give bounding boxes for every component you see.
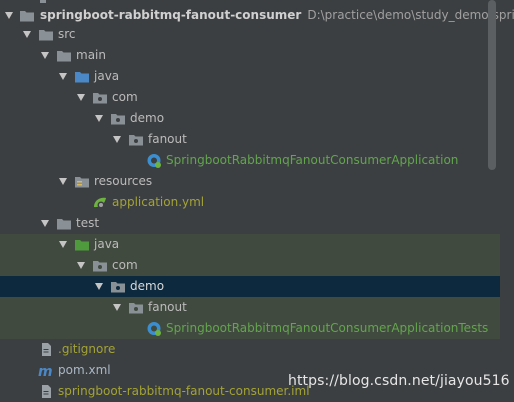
package-label: fanout — [148, 132, 187, 146]
spring-yml-icon — [94, 197, 106, 209]
package-label: demo — [130, 279, 165, 293]
project-name: springboot-rabbitmq-fanout-consumer D:\pr… — [40, 5, 514, 26]
file-label: application.yml — [112, 195, 205, 209]
text-file-icon — [42, 385, 51, 398]
tree-row-gitignore[interactable]: .gitignore — [0, 339, 500, 360]
chevron-down-icon[interactable] — [5, 12, 13, 19]
tree-row-app-yml[interactable]: application.yml — [0, 192, 500, 213]
file-label: .gitignore — [58, 342, 116, 356]
text-file-icon — [42, 343, 51, 356]
folder-label: main — [76, 48, 106, 62]
chevron-down-icon[interactable] — [23, 31, 31, 38]
package-icon — [129, 303, 143, 314]
tree-row-src[interactable]: src — [0, 24, 500, 45]
spring-boot-class-icon — [147, 322, 161, 336]
file-label: springboot-rabbitmq-fanout-consumer.iml — [58, 384, 310, 398]
package-label: com — [112, 258, 138, 272]
chevron-down-icon[interactable] — [95, 283, 103, 290]
folder-label: resources — [94, 174, 153, 188]
chevron-down-icon[interactable] — [95, 115, 103, 122]
chevron-down-icon[interactable] — [77, 262, 85, 269]
maven-icon: m — [38, 364, 53, 378]
file-label: SpringbootRabbitmqFanoutConsumerApplicat… — [166, 321, 489, 335]
tree-row-com-test[interactable]: com — [0, 255, 500, 276]
chevron-down-icon[interactable] — [59, 73, 67, 80]
chevron-down-icon[interactable] — [59, 241, 67, 248]
tree-row-test[interactable]: test — [0, 213, 500, 234]
package-icon — [129, 135, 143, 146]
folder-icon — [39, 30, 53, 41]
chevron-down-icon[interactable] — [113, 136, 121, 143]
tree-row-fanout-main[interactable]: fanout — [0, 129, 500, 150]
svg-text:m: m — [38, 364, 53, 378]
tree-row-com-main[interactable]: com — [0, 87, 500, 108]
top-divider — [0, 0, 514, 3]
tree-row-fanout-test[interactable]: fanout — [0, 297, 500, 318]
watermark: https://blog.csdn.net/jiayou516 — [288, 373, 510, 389]
tree-row-test-class[interactable]: SpringbootRabbitmqFanoutConsumerApplicat… — [0, 318, 500, 339]
scroll-indicator — [40, 0, 46, 3]
test-root-icon — [75, 240, 89, 251]
tree-row-app-class[interactable]: SpringbootRabbitmqFanoutConsumerApplicat… — [0, 150, 500, 171]
package-icon — [93, 93, 107, 104]
tree-row-demo-main[interactable]: demo — [0, 108, 500, 129]
package-icon — [93, 261, 107, 272]
spring-boot-class-icon — [147, 154, 161, 168]
folder-label: java — [94, 69, 120, 83]
folder-label: test — [76, 216, 100, 230]
file-label: pom.xml — [58, 363, 111, 377]
package-label: demo — [130, 111, 165, 125]
folder-icon — [20, 11, 34, 22]
chevron-down-icon[interactable] — [77, 94, 85, 101]
chevron-down-icon[interactable] — [41, 220, 49, 227]
tree-row-java-test[interactable]: java — [0, 234, 500, 255]
folder-label: java — [94, 237, 120, 251]
tree-row-java-main[interactable]: java — [0, 66, 500, 87]
folder-icon — [57, 51, 71, 62]
vertical-scrollbar[interactable] — [488, 0, 496, 170]
folder-label: src — [58, 27, 76, 41]
package-label: fanout — [148, 300, 187, 314]
file-label: SpringbootRabbitmqFanoutConsumerApplicat… — [166, 153, 459, 167]
project-tree: springboot-rabbitmq-fanout-consumer D:\pr… — [0, 0, 514, 402]
chevron-down-icon[interactable] — [41, 52, 49, 59]
package-icon — [111, 282, 125, 293]
package-label: com — [112, 90, 138, 104]
chevron-down-icon[interactable] — [113, 304, 121, 311]
source-root-icon — [75, 72, 89, 83]
tree-row-project[interactable]: springboot-rabbitmq-fanout-consumer D:\pr… — [0, 5, 514, 26]
folder-icon — [57, 219, 71, 230]
tree-row-main[interactable]: main — [0, 45, 500, 66]
package-icon — [111, 114, 125, 125]
tree-row-resources[interactable]: resources — [0, 171, 500, 192]
project-path: D:\practice\demo\study_demo\sprin — [307, 8, 514, 22]
chevron-down-icon[interactable] — [59, 178, 67, 185]
resources-icon — [75, 177, 89, 188]
tree-row-demo-test[interactable]: demo — [0, 276, 500, 297]
